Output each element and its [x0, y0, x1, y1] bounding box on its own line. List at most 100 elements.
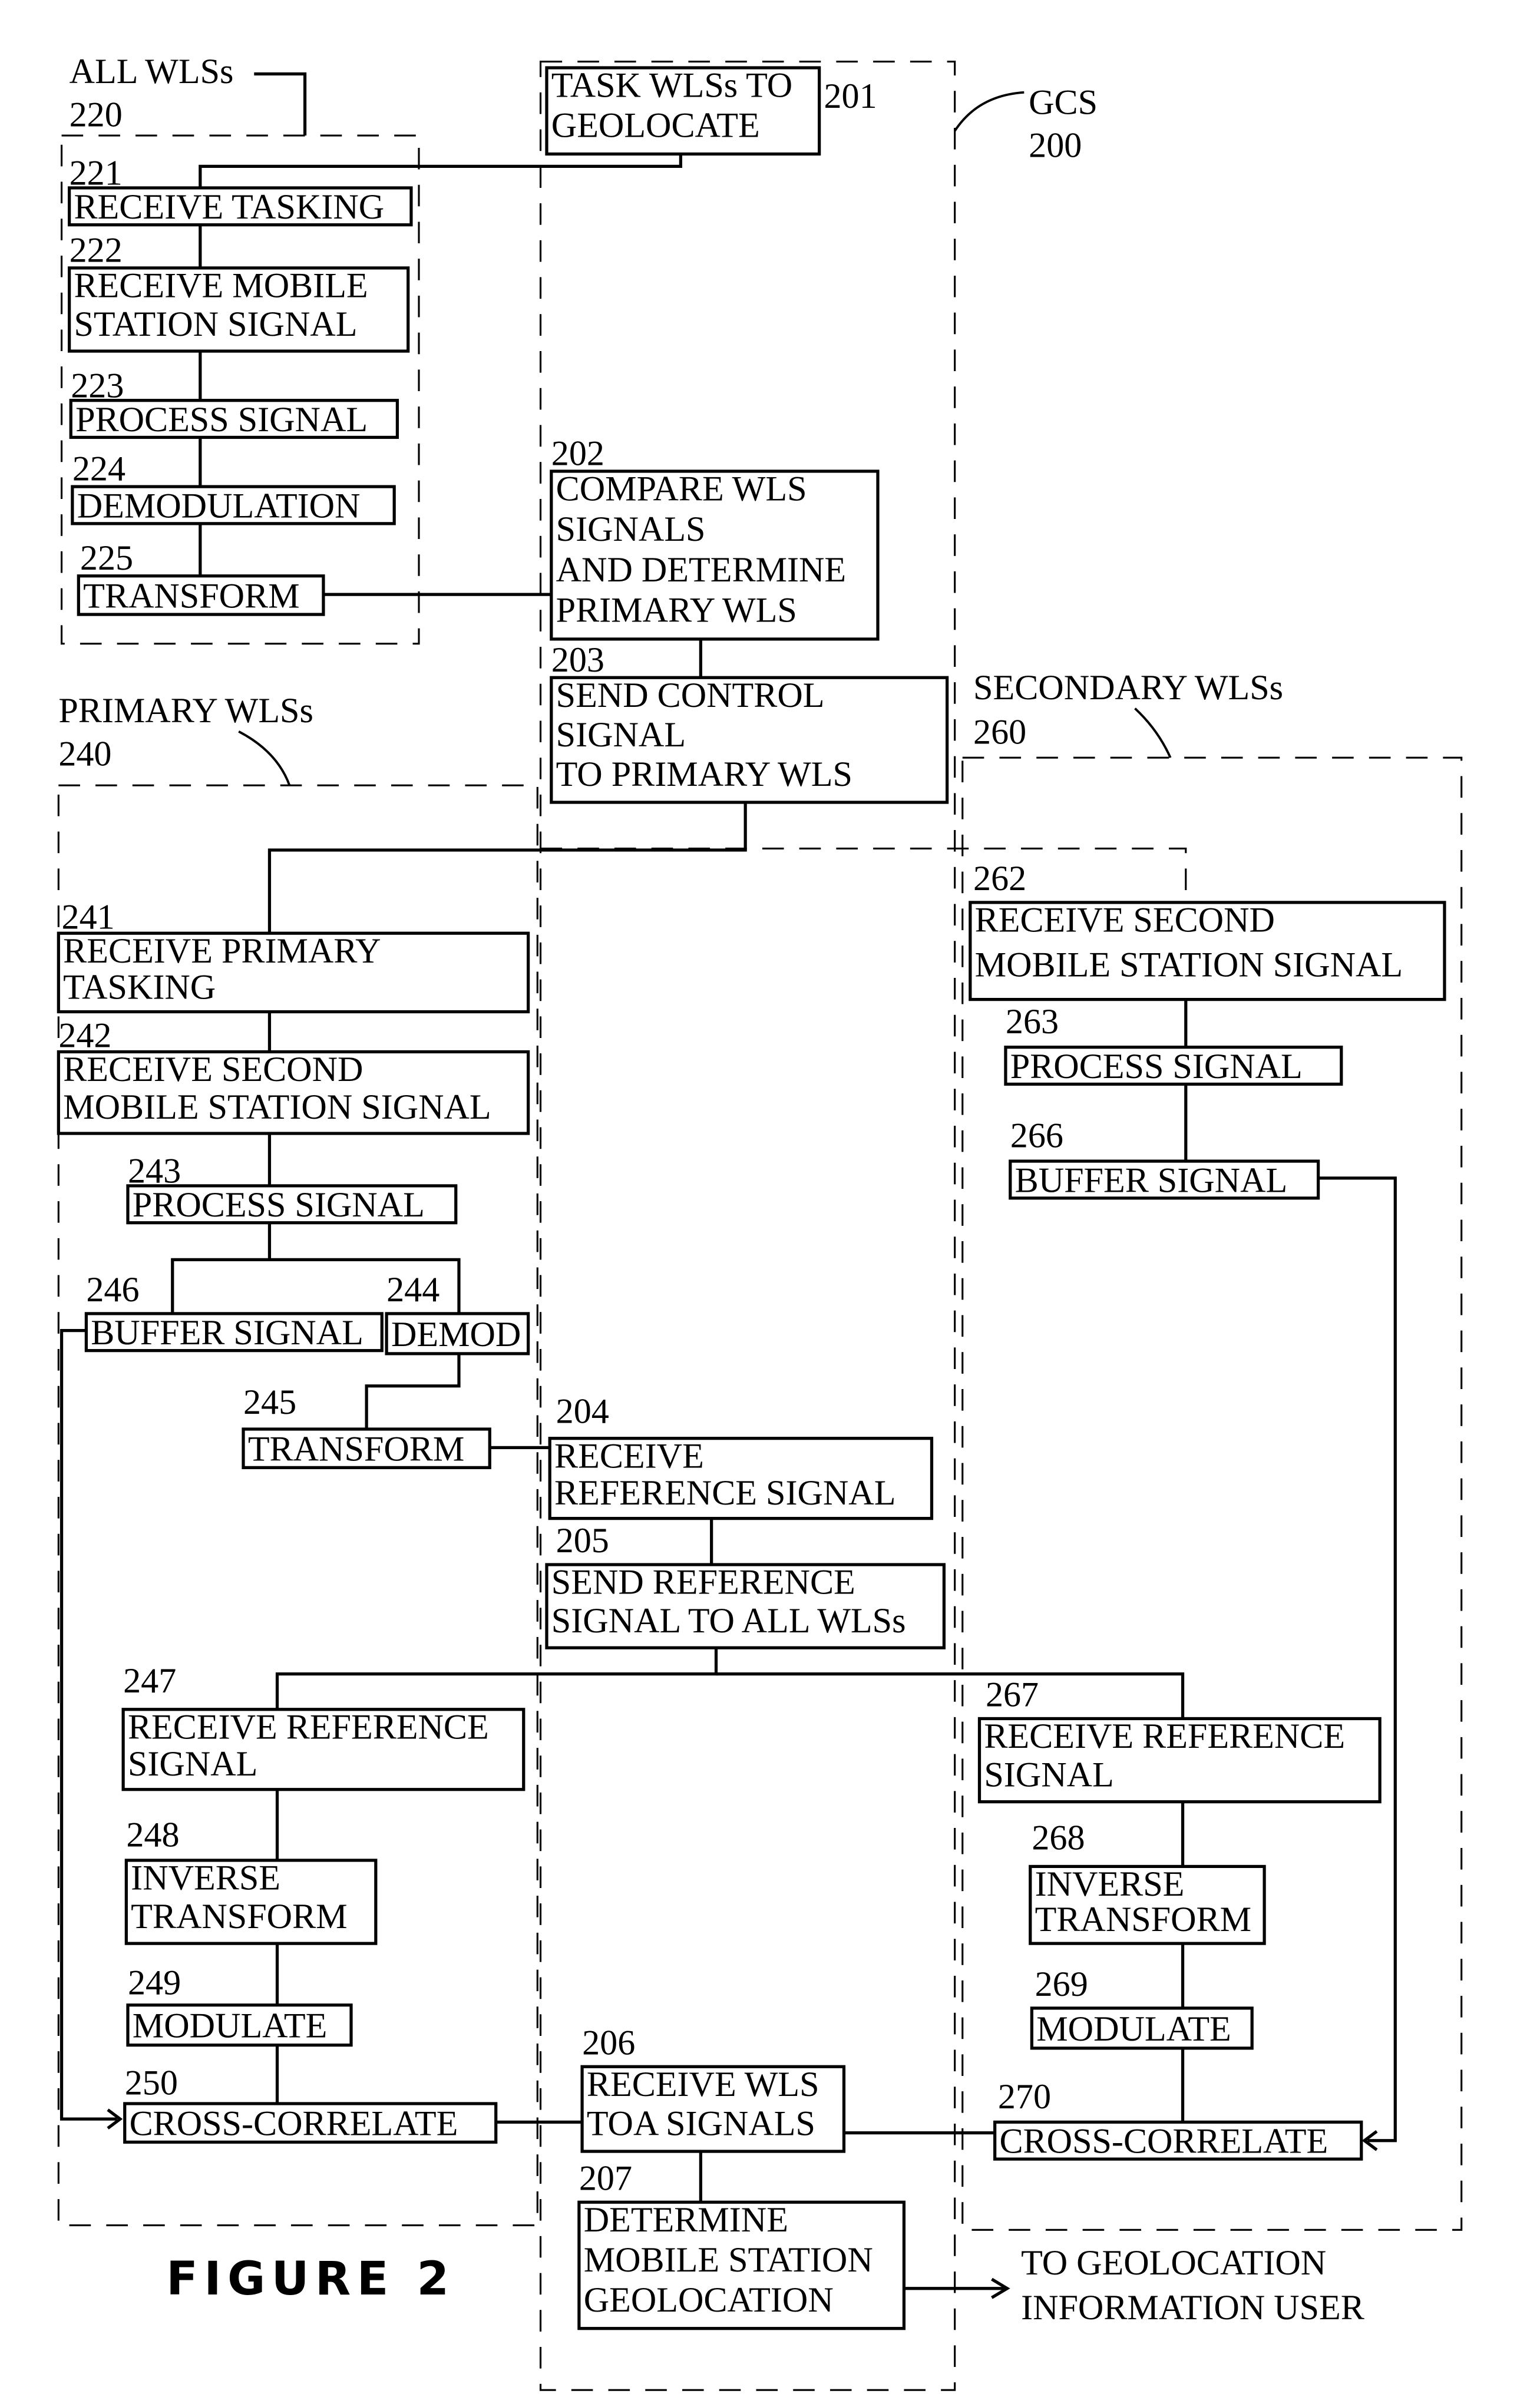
step-203: 203SEND CONTROLSIGNALTO PRIMARY WLS — [550, 640, 949, 804]
step-label-line: GEOLOCATION — [584, 2280, 834, 2320]
step-label-line: GEOLOCATE — [551, 106, 760, 146]
step-label-line: RECEIVE — [554, 1436, 704, 1476]
step-222: 222RECEIVE MOBILESTATION SIGNAL — [68, 230, 410, 353]
step-ref-number: 202 — [551, 434, 604, 473]
step-label-line: MODULATE — [133, 2006, 328, 2046]
step-249: 249 MODULATE — [126, 1963, 353, 2047]
step-266: 266BUFFER SIGNAL — [1009, 1116, 1320, 1200]
step-label-line: SEND REFERENCE — [551, 1563, 855, 1602]
step-label-line: MODULATE — [1036, 2009, 1231, 2049]
gcs-ref: 200 — [1029, 126, 1082, 166]
step-label-line: SIGNAL — [128, 1744, 257, 1784]
step-ref-number: 267 — [986, 1675, 1039, 1715]
step-label-line: SIGNAL TO ALL WLSs — [551, 1601, 906, 1641]
step-label-line: BUFFER SIGNAL — [1015, 1160, 1288, 1200]
step-ref-number: 247 — [123, 1661, 176, 1701]
step-262: 262RECEIVE SECOND MOBILE STATION SIGNAL — [969, 859, 1446, 1001]
output-label-line-2: INFORMATION USER — [1021, 2288, 1364, 2327]
step-ref-number: 250 — [125, 2063, 178, 2102]
step-label-line: MOBILE STATION SIGNAL — [63, 1087, 491, 1127]
step-247: 247 RECEIVE REFERENCESIGNAL — [121, 1661, 526, 1791]
step-label-line: RECEIVE PRIMARY — [63, 931, 381, 971]
step-ref-number: 206 — [582, 2023, 635, 2062]
gcs-dashed-overlap — [540, 847, 1187, 898]
step-246: 246BUFFER SIGNAL — [84, 1270, 384, 1353]
step-label-line: TRANSFORM — [83, 576, 299, 616]
step-label-line: SIGNAL — [984, 1755, 1113, 1794]
step-label-line: CROSS-CORRELATE — [130, 2104, 458, 2144]
step-ref-number: 245 — [243, 1383, 296, 1422]
step-ref-number: 201 — [824, 77, 877, 116]
step-270: 270 CROSS-CORRELATE — [993, 2077, 1363, 2161]
step-label-line: STATION SIGNAL — [74, 305, 357, 344]
step-ref-number: 268 — [1032, 1819, 1085, 1858]
step-label-line: TRANSFORM — [248, 1430, 464, 1469]
step-label-line: PROCESS SIGNAL — [75, 400, 368, 439]
step-label-line: RECEIVE REFERENCE — [984, 1717, 1345, 1756]
step-250: 250CROSS-CORRELATE — [123, 2063, 498, 2144]
step-221: 221RECEIVE TASKING — [68, 154, 413, 227]
step-224: 224DEMODULATION — [71, 449, 396, 525]
step-label-line: RECEIVE TASKING — [74, 187, 384, 227]
step-label-line: TRANSFORM — [131, 1897, 347, 1936]
step-205: 205SEND REFERENCESIGNAL TO ALL WLSs — [545, 1521, 946, 1649]
step-label-line: TRANSFORM — [1035, 1900, 1251, 1939]
step-label-line: CROSS-CORRELATE — [999, 2122, 1328, 2161]
step-ref-number: 222 — [70, 230, 123, 270]
step-label-line: SEND CONTROL — [556, 676, 825, 715]
all-wls-ref: 220 — [70, 95, 123, 134]
secondary-wls-leader — [1134, 707, 1172, 758]
step-ref-number: 266 — [1010, 1116, 1063, 1156]
step-207: 207DETERMINEMOBILE STATIONGEOLOCATION — [577, 2158, 906, 2330]
figure-title: FIGURE 2 — [166, 2252, 455, 2306]
step-ref-number: 204 — [556, 1392, 609, 1431]
step-label-line: PRIMARY WLS — [556, 590, 797, 630]
step-label-line: RECEIVE SECOND — [63, 1050, 363, 1089]
step-248: 248 INVERSETRANSFORM — [124, 1815, 378, 1945]
step-label-line: TASK WLSs TO — [551, 66, 792, 105]
step-ref-number: 246 — [86, 1270, 139, 1310]
step-ref-number: 248 — [126, 1815, 179, 1854]
step-label-line: PROCESS SIGNAL — [133, 1185, 425, 1225]
step-label-line: AND DETERMINE — [556, 550, 846, 590]
step-ref-number: 262 — [973, 859, 1026, 898]
step-ref-number: 249 — [128, 1963, 181, 2002]
step-269: 269 MODULATE — [1030, 1965, 1254, 2050]
step-label-line: BUFFER SIGNAL — [91, 1313, 363, 1353]
step-242: 242RECEIVE SECONDMOBILE STATION SIGNAL — [57, 1016, 530, 1135]
step-ref-number: 203 — [551, 640, 604, 680]
step-263: 263 PROCESS SIGNAL — [1004, 1002, 1343, 1086]
step-label-line: INVERSE — [131, 1859, 280, 1898]
step-label-line: TOA SIGNALS — [587, 2104, 815, 2144]
step-label-line: DEMOD — [391, 1315, 521, 1354]
step-267: 267RECEIVE REFERENCESIGNAL — [977, 1675, 1382, 1804]
step-label-line: SIGNALS — [556, 510, 706, 549]
step-206: 206RECEIVE WLSTOA SIGNALS — [580, 2023, 846, 2153]
step-label-line: RECEIVE REFERENCE — [128, 1707, 489, 1747]
secondary-wls-label: SECONDARY WLSs — [973, 668, 1283, 707]
step-label-line: PROCESS SIGNAL — [1010, 1047, 1303, 1086]
step-label-line: TASKING — [63, 967, 216, 1007]
step-label-line: RECEIVE MOBILE — [74, 266, 368, 306]
step-ref-number: 207 — [579, 2158, 632, 2198]
step-268: 268 INVERSETRANSFORM — [1029, 1819, 1266, 1945]
all-wls-label: ALL WLSs — [70, 52, 234, 91]
primary-wls-leader — [238, 730, 291, 786]
gcs-label: GCS — [1029, 82, 1098, 122]
step-label-line: INVERSE — [1035, 1864, 1185, 1904]
step-204: 204 RECEIVEREFERENCE SIGNAL — [548, 1392, 934, 1520]
step-label-line: TO PRIMARY WLS — [556, 755, 852, 794]
step-ref-number: 270 — [998, 2077, 1051, 2117]
step-ref-number: 269 — [1035, 1965, 1088, 2004]
step-201: 201 TASK WLSs TOGEOLOCATE — [545, 66, 877, 156]
all-wls-leader — [254, 72, 307, 136]
primary-wls-label: PRIMARY WLSs — [58, 691, 313, 730]
primary-wls-ref: 240 — [58, 734, 111, 773]
step-label-line: MOBILE STATION — [584, 2240, 873, 2280]
step-label-line: REFERENCE SIGNAL — [554, 1473, 895, 1513]
flowchart-figure: ALL WLSs 220 GCS 200 PRIMARY WLSs 240 SE… — [57, 52, 1463, 2391]
secondary-wls-ref: 260 — [973, 713, 1026, 752]
step-ref-number: 244 — [386, 1270, 439, 1310]
step-202: 202COMPARE WLSSIGNALSAND DETERMINEPRIMAR… — [550, 434, 880, 641]
step-label-line: SIGNAL — [556, 715, 686, 755]
